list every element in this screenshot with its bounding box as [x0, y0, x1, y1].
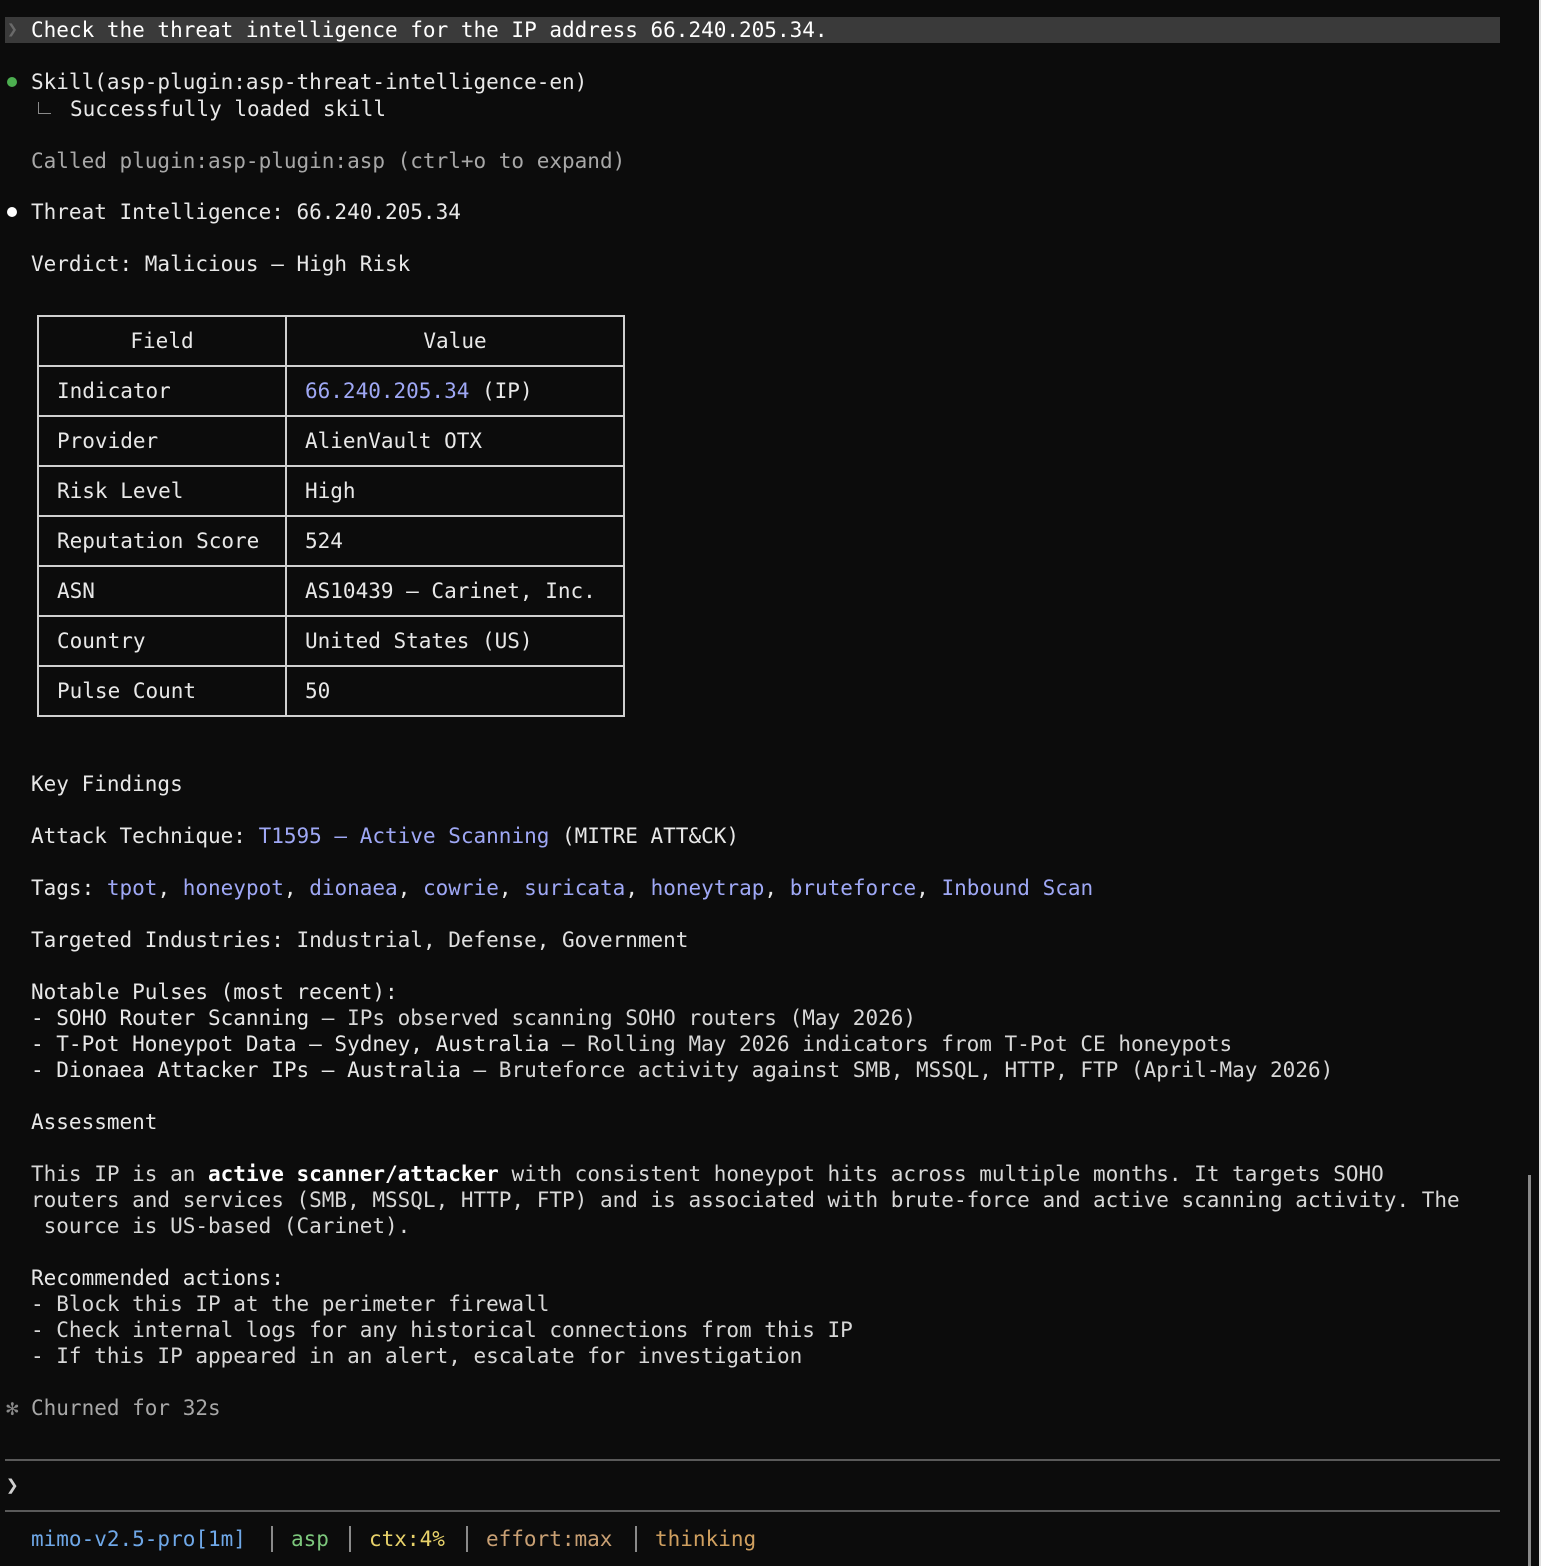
- industries-label: Targeted Industries:: [31, 928, 297, 952]
- tag-link[interactable]: Inbound Scan: [941, 876, 1093, 900]
- assessment-text: This IP is an: [31, 1162, 209, 1186]
- table-cell-field: Country: [37, 615, 287, 667]
- list-item: - If this IP appeared in an alert, escal…: [31, 1344, 803, 1368]
- table-row: Indicator 66.240.205.34 (IP): [37, 365, 625, 417]
- attack-technique-label: Attack Technique:: [31, 824, 259, 848]
- tag-link[interactable]: honeytrap: [651, 876, 765, 900]
- input-bottom-divider: [5, 1510, 1500, 1512]
- skill-call: Skill(asp-plugin:asp-threat-intelligence…: [31, 70, 588, 94]
- table-header-field: Field: [37, 315, 287, 367]
- indicator-type: (IP): [469, 379, 533, 403]
- pulse-desc: — Bruteforce activity against SMB, MSSQL…: [460, 1058, 1334, 1082]
- assessment-text: with consistent honeypot hits across mul…: [498, 1162, 1384, 1186]
- table-row: Risk Level High: [37, 465, 625, 517]
- tag-link[interactable]: suricata: [524, 876, 625, 900]
- pulse-name: - SOHO Router Scanning: [31, 1006, 310, 1030]
- industries-value: Industrial, Defense, Government: [296, 928, 689, 952]
- status-separator: [635, 1526, 637, 1552]
- user-prompt-bar: ❯ Check the threat intelligence for the …: [5, 17, 1500, 43]
- status-separator: [349, 1526, 351, 1552]
- table-cell-value: 524: [285, 515, 625, 567]
- assessment-line: This IP is an active scanner/attacker wi…: [31, 1161, 1384, 1187]
- skill-result: Successfully loaded skill: [70, 97, 387, 121]
- assessment-line: routers and services (SMB, MSSQL, HTTP, …: [31, 1188, 1460, 1212]
- threat-intel-table: Field Value Indicator 66.240.205.34 (IP)…: [37, 315, 625, 717]
- recommended-title: Recommended actions:: [31, 1266, 284, 1290]
- status-plugin: asp: [291, 1527, 329, 1551]
- table-cell-field: Risk Level: [37, 465, 287, 517]
- churn-status: Churned for 32s: [31, 1396, 221, 1420]
- pulses-title: Notable Pulses (most recent):: [31, 980, 398, 1004]
- assessment-title: Assessment: [31, 1110, 158, 1134]
- pulse-desc: — Rolling May 2026 indicators from T-Pot…: [549, 1032, 1233, 1056]
- asterisk-icon: ✻: [6, 1396, 19, 1420]
- tag-link[interactable]: tpot: [107, 876, 158, 900]
- tag-link[interactable]: bruteforce: [790, 876, 916, 900]
- table-cell-value: AS10439 — Carinet, Inc.: [285, 565, 625, 617]
- tags-line: Tags: tpot, honeypot, dionaea, cowrie, s…: [31, 876, 1094, 900]
- table-row: Pulse Count 50: [37, 665, 625, 717]
- status-model: mimo-v2.5-pro[1m]: [31, 1527, 246, 1551]
- attack-technique-suffix: (MITRE ATT&CK): [549, 824, 740, 848]
- pulse-desc: — IPs observed scanning SOHO routers (Ma…: [309, 1006, 917, 1030]
- tags-label: Tags:: [31, 876, 107, 900]
- table-cell-field: Reputation Score: [37, 515, 287, 567]
- user-prompt-text: Check the threat intelligence for the IP…: [31, 18, 828, 42]
- status-effort: effort:max: [486, 1527, 613, 1551]
- list-item: - SOHO Router Scanning — IPs observed sc…: [31, 1005, 916, 1031]
- table-header-row: Field Value: [37, 315, 625, 367]
- status-separator: [466, 1526, 468, 1552]
- list-item: - Block this IP at the perimeter firewal…: [31, 1292, 550, 1316]
- assessment-line: source is US-based (Carinet).: [31, 1214, 411, 1238]
- input-top-divider: [5, 1459, 1500, 1461]
- list-item: - Dionaea Attacker IPs — Australia — Bru…: [31, 1057, 1333, 1083]
- table-cell-value: United States (US): [285, 615, 625, 667]
- plugin-call-line[interactable]: Called plugin:asp-plugin:asp (ctrl+o to …: [31, 148, 625, 174]
- assessment-emphasis: active scanner/attacker: [208, 1162, 499, 1186]
- tag-link[interactable]: honeypot: [183, 876, 284, 900]
- tag-link[interactable]: dionaea: [309, 876, 398, 900]
- table-cell-field: Indicator: [37, 365, 287, 417]
- indicator-ip-link[interactable]: 66.240.205.34: [305, 379, 469, 403]
- prompt-input[interactable]: [31, 1472, 1491, 1498]
- verdict-line: Verdict: Malicious — High Risk: [31, 252, 411, 276]
- table-cell-value: High: [285, 465, 625, 517]
- response-heading: Threat Intelligence: 66.240.205.34: [31, 200, 461, 224]
- pulse-name: - T-Pot Honeypot Data — Sydney, Australi…: [31, 1032, 550, 1056]
- table-cell-value: 66.240.205.34 (IP): [285, 365, 625, 417]
- industries-line: Targeted Industries: Industrial, Defense…: [31, 927, 688, 953]
- chevron-right-icon: ❯: [7, 19, 18, 40]
- response-dot-icon: [7, 207, 17, 217]
- success-dot-icon: [7, 77, 17, 87]
- table-cell-field: ASN: [37, 565, 287, 617]
- list-item: - Check internal logs for any historical…: [31, 1318, 853, 1342]
- status-context: ctx:4%: [369, 1527, 445, 1551]
- pulse-name: - Dionaea Attacker IPs — Australia: [31, 1058, 461, 1082]
- table-row: Country United States (US): [37, 615, 625, 667]
- table-header-value: Value: [285, 315, 625, 367]
- table-row: Reputation Score 524: [37, 515, 625, 567]
- table-cell-field: Provider: [37, 415, 287, 467]
- status-separator: [271, 1526, 273, 1552]
- status-mode: thinking: [655, 1527, 757, 1551]
- table-cell-value: AlienVault OTX: [285, 415, 625, 467]
- table-cell-value: 50: [285, 665, 625, 717]
- table-row: Provider AlienVault OTX: [37, 415, 625, 467]
- tag-link[interactable]: cowrie: [423, 876, 499, 900]
- key-findings-title: Key Findings: [31, 772, 183, 796]
- table-row: ASN AS10439 — Carinet, Inc.: [37, 565, 625, 617]
- input-chevron-icon: ❯: [6, 1473, 19, 1497]
- attack-technique-link[interactable]: T1595 — Active Scanning: [259, 824, 550, 848]
- tree-branch-icon: [38, 102, 51, 114]
- list-item: - T-Pot Honeypot Data — Sydney, Australi…: [31, 1031, 1232, 1057]
- table-cell-field: Pulse Count: [37, 665, 287, 717]
- attack-technique-line: Attack Technique: T1595 — Active Scannin…: [31, 823, 739, 849]
- scrollbar[interactable]: [1528, 1175, 1531, 1566]
